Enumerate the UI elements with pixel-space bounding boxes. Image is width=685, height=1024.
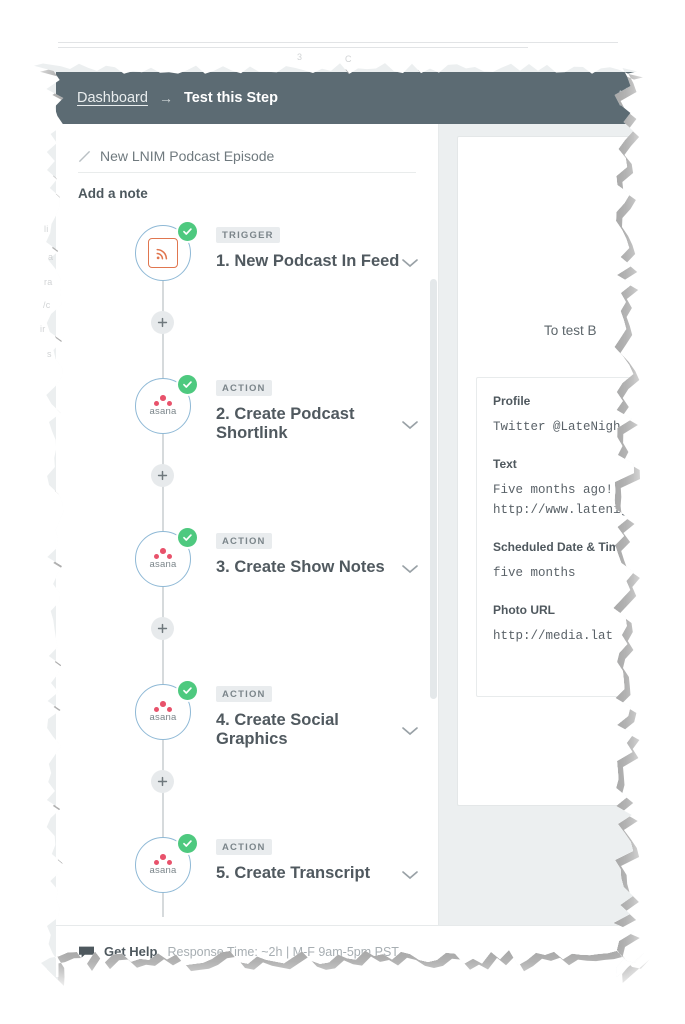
asana-logo-icon: asana xyxy=(150,701,177,723)
step-app-node[interactable]: asana xyxy=(135,375,197,434)
step-details: TRIGGER 1. New Podcast In Feed xyxy=(216,225,420,271)
field-value: http://www.latenig xyxy=(493,503,629,518)
step-item: TRIGGER 1. New Podcast In Feed xyxy=(56,217,438,370)
test-panel-card: To test B Profile Twitter @LateNigh Text… xyxy=(457,136,644,806)
field-value: five months xyxy=(493,565,576,580)
asana-wordmark: asana xyxy=(149,406,177,418)
footer-bar: Get Help Response Time: ~2h | M-F 9am-5p… xyxy=(56,925,644,977)
add-a-note-button[interactable]: Add a note xyxy=(56,173,438,201)
step-details: ACTION 2. Create Podcast Shortlink xyxy=(216,378,420,443)
step-list: TRIGGER 1. New Podcast In Feed asana ACT… xyxy=(56,217,438,977)
field-label: Text xyxy=(493,456,517,471)
plus-circle-icon[interactable] xyxy=(151,464,174,487)
step-kind-badge: ACTION xyxy=(216,686,272,702)
pencil-icon[interactable] xyxy=(78,150,91,163)
asana-logo-icon: asana xyxy=(150,395,177,417)
test-panel-column: To test B Profile Twitter @LateNigh Text… xyxy=(439,124,644,977)
step-details: ACTION 4. Create Social Graphics xyxy=(216,684,420,749)
ghost-fragment: 3 xyxy=(297,52,303,62)
chevron-down-icon[interactable] xyxy=(400,418,420,430)
workflow-scrollbar-thumb[interactable] xyxy=(430,279,437,699)
app-body: New LNIM Podcast Episode Add a note TRIG… xyxy=(56,124,644,977)
ghost-fragment: li xyxy=(44,224,49,234)
check-circle-icon xyxy=(178,375,197,394)
step-details: ACTION 5. Create Transcript xyxy=(216,837,420,883)
breadcrumb-dashboard[interactable]: Dashboard xyxy=(77,90,148,106)
step-app-node[interactable]: asana xyxy=(135,681,197,740)
top-bar: Dashboard → Test this Step xyxy=(56,72,644,124)
app-window: Dashboard → Test this Step New LNIM Podc… xyxy=(56,72,644,977)
asana-logo-icon: asana xyxy=(150,548,177,570)
step-kind-badge: ACTION xyxy=(216,533,272,549)
sample-data-box: Profile Twitter @LateNigh Text Five mont… xyxy=(476,377,644,697)
breadcrumb-separator-icon: → xyxy=(158,90,173,106)
ghost-fragment: ra xyxy=(44,277,53,287)
step-kind-badge: TRIGGER xyxy=(216,227,280,243)
ghost-fragment: ir xyxy=(40,324,46,334)
chevron-down-icon[interactable] xyxy=(400,562,420,574)
step-item: asana ACTION xyxy=(56,370,438,523)
workflow-title-row[interactable]: New LNIM Podcast Episode xyxy=(78,124,416,173)
ghost-fragment: /c xyxy=(43,300,51,310)
step-title[interactable]: 2. Create Podcast Shortlink xyxy=(216,405,400,443)
step-app-node[interactable] xyxy=(135,222,197,281)
test-instruction-text: To test B xyxy=(544,323,597,338)
chevron-down-icon[interactable] xyxy=(400,724,420,736)
step-app-node[interactable]: asana xyxy=(135,834,197,893)
step-details: ACTION 3. Create Show Notes xyxy=(216,531,420,577)
step-item: asana ACTION xyxy=(56,523,438,676)
check-circle-icon xyxy=(178,681,197,700)
step-kind-badge: ACTION xyxy=(216,380,272,396)
plus-circle-icon[interactable] xyxy=(151,770,174,793)
step-title[interactable]: 4. Create Social Graphics xyxy=(216,711,400,749)
field-group: Text Five months ago! http://www.latenig xyxy=(493,457,644,521)
step-item: asana ACTION xyxy=(56,676,438,829)
torn-paper-sheet: Dashboard → Test this Step New LNIM Podc… xyxy=(34,63,644,980)
rss-feed-icon xyxy=(148,238,178,268)
screenshot-stage: Dashboard → Test this Step New LNIM Podc… xyxy=(0,0,685,1024)
asana-wordmark: asana xyxy=(149,559,177,571)
check-circle-icon xyxy=(178,222,197,241)
chevron-down-icon[interactable] xyxy=(400,256,420,268)
plus-circle-icon[interactable] xyxy=(151,617,174,640)
breadcrumb-current: Test this Step xyxy=(183,90,278,106)
field-value: http://media.lat xyxy=(493,628,614,643)
step-kind-badge: ACTION xyxy=(216,839,272,855)
check-circle-icon xyxy=(178,834,197,853)
ghost-fragment: s xyxy=(47,349,52,359)
chevron-down-icon[interactable] xyxy=(400,868,420,880)
step-title[interactable]: 3. Create Show Notes xyxy=(216,558,400,577)
step-title[interactable]: 5. Create Transcript xyxy=(216,864,400,883)
asana-wordmark: asana xyxy=(149,712,177,724)
plus-circle-icon[interactable] xyxy=(151,311,174,334)
asana-logo-icon: asana xyxy=(150,854,177,876)
check-circle-icon xyxy=(178,528,197,547)
workflow-column: New LNIM Podcast Episode Add a note TRIG… xyxy=(56,124,439,977)
asana-wordmark: asana xyxy=(149,865,177,877)
ghost-fragment: C xyxy=(345,54,352,64)
step-app-node[interactable]: asana xyxy=(135,528,197,587)
workflow-name: New LNIM Podcast Episode xyxy=(100,148,275,164)
step-title[interactable]: 1. New Podcast In Feed xyxy=(216,252,400,271)
